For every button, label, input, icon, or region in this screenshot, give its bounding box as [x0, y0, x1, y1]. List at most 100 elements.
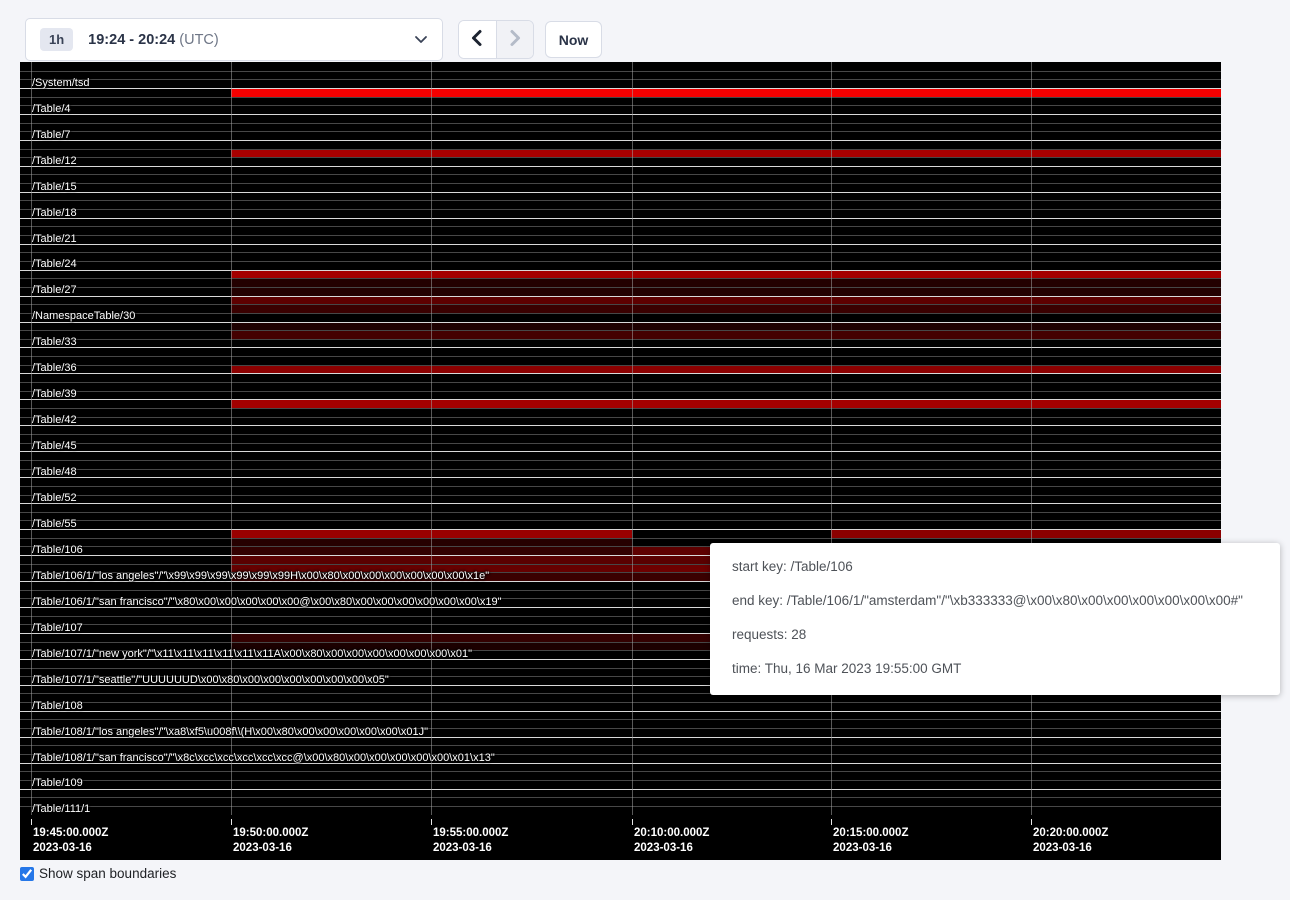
heatmap-band[interactable]	[831, 530, 1221, 538]
heatmap-row-label: /System/tsd	[32, 78, 89, 89]
heatmap-row[interactable]	[20, 486, 1221, 495]
now-button[interactable]: Now	[545, 21, 602, 58]
heatmap-row[interactable]	[20, 771, 1221, 780]
time-axis: 19:45:00.000Z2023-03-1619:50:00.000Z2023…	[20, 819, 1221, 860]
heatmap-band[interactable]	[632, 547, 710, 555]
heatmap-band[interactable]	[231, 400, 1221, 408]
heatmap-row[interactable]	[20, 252, 1221, 261]
heatmap-row[interactable]	[20, 226, 1221, 235]
heatmap-gridline	[632, 62, 633, 815]
heatmap-row[interactable]	[20, 434, 1221, 443]
heatmap-row[interactable]	[20, 789, 1221, 798]
heatmap-gridline	[1031, 62, 1032, 815]
heatmap-row[interactable]	[20, 192, 1221, 201]
heatmap-row[interactable]	[20, 123, 1221, 132]
heatmap-row[interactable]	[20, 417, 1221, 426]
heatmap-band[interactable]	[231, 297, 1221, 305]
heatmap-row[interactable]	[20, 702, 1221, 711]
heatmap-row[interactable]	[20, 512, 1221, 521]
heatmap-row[interactable]	[20, 711, 1221, 720]
heatmap-band[interactable]	[231, 279, 1221, 287]
show-span-boundaries-checkbox[interactable]	[20, 867, 34, 881]
heatmap-row-label: /Table/21	[32, 234, 77, 245]
heatmap-row-label: /Table/15	[32, 182, 77, 193]
heatmap-row[interactable]	[20, 244, 1221, 253]
axis-tickmark	[431, 819, 432, 825]
heatmap-row-label: /Table/18	[32, 208, 77, 219]
axis-tickmark	[632, 819, 633, 825]
heatmap-row[interactable]	[20, 382, 1221, 391]
heatmap-band[interactable]	[231, 366, 1221, 374]
heatmap-row[interactable]	[20, 97, 1221, 106]
next-range-button[interactable]	[497, 21, 534, 58]
axis-tickmark	[831, 819, 832, 825]
heatmap-gridline	[431, 62, 432, 815]
tooltip-start-key: start key: /Table/106	[732, 550, 1270, 584]
heatmap-row[interactable]	[20, 503, 1221, 512]
heatmap-row-label: /Table/45	[32, 441, 77, 452]
time-range-selector[interactable]: 1h 19:24 - 20:24 (UTC)	[25, 18, 443, 61]
heatmap-row[interactable]	[20, 460, 1221, 469]
heatmap-row[interactable]	[20, 469, 1221, 478]
heatmap-row-label: /Table/106	[32, 545, 83, 556]
heatmap-row[interactable]	[20, 79, 1221, 88]
heatmap-row[interactable]	[20, 797, 1221, 806]
heatmap-row[interactable]	[20, 356, 1221, 365]
heatmap-row[interactable]	[20, 495, 1221, 504]
heatmap-band[interactable]	[231, 331, 1221, 339]
heatmap-row[interactable]	[20, 183, 1221, 192]
show-span-boundaries-control[interactable]: Show span boundaries	[20, 866, 176, 881]
heatmap-rows	[20, 62, 1221, 815]
heatmap-row[interactable]	[20, 62, 1221, 71]
heatmap-row[interactable]	[20, 373, 1221, 382]
heatmap-row[interactable]	[20, 131, 1221, 140]
heatmap-row[interactable]	[20, 218, 1221, 227]
heatmap-row[interactable]	[20, 200, 1221, 209]
key-visualizer-heatmap[interactable]: /System/tsd/Table/4/Table/7/Table/12/Tab…	[20, 62, 1221, 860]
axis-tick-label: 19:55:00.000Z2023-03-16	[433, 826, 508, 855]
heatmap-band[interactable]	[231, 288, 1221, 296]
heatmap-row[interactable]	[20, 140, 1221, 149]
heatmap-row[interactable]	[20, 313, 1221, 322]
heatmap-row[interactable]	[20, 209, 1221, 218]
heatmap-row[interactable]	[20, 339, 1221, 348]
heatmap-row[interactable]	[20, 347, 1221, 356]
heatmap-band[interactable]	[231, 150, 1221, 158]
timezone-label: (UTC)	[179, 32, 218, 48]
heatmap-row-label: /Table/39	[32, 389, 77, 400]
heatmap-row[interactable]	[20, 477, 1221, 486]
heatmap-row[interactable]	[20, 391, 1221, 400]
heatmap-row[interactable]	[20, 261, 1221, 270]
heatmap-row[interactable]	[20, 157, 1221, 166]
heatmap-row[interactable]	[20, 105, 1221, 114]
heatmap-row-label: /Table/4	[32, 104, 71, 115]
prev-range-button[interactable]	[459, 21, 497, 58]
heatmap-row[interactable]	[20, 235, 1221, 244]
heatmap-band[interactable]	[231, 89, 1221, 97]
heatmap-row[interactable]	[20, 71, 1221, 80]
heatmap-band[interactable]	[632, 565, 710, 573]
heatmap-row[interactable]	[20, 114, 1221, 123]
heatmap-row-label: /Table/108/1/"los angeles"/"\xa8\xf5\u00…	[32, 727, 428, 738]
heatmap-band[interactable]	[231, 634, 710, 642]
heatmap-band[interactable]	[231, 271, 1221, 279]
heatmap-row[interactable]	[20, 806, 1221, 815]
heatmap-row-label: /Table/27	[32, 285, 77, 296]
heatmap-row[interactable]	[20, 425, 1221, 434]
time-window-badge: 1h	[40, 28, 73, 51]
heatmap-row[interactable]	[20, 408, 1221, 417]
heatmap-band[interactable]	[231, 305, 1221, 313]
heatmap-row-label: /Table/107	[32, 623, 83, 634]
heatmap-row[interactable]	[20, 443, 1221, 452]
heatmap-row[interactable]	[20, 780, 1221, 789]
heatmap-row[interactable]	[20, 166, 1221, 175]
heatmap-row[interactable]	[20, 451, 1221, 460]
heatmap-band[interactable]	[231, 556, 710, 564]
heatmap-row-label: /NamespaceTable/30	[32, 311, 135, 322]
heatmap-band[interactable]	[231, 323, 1221, 331]
heatmap-row[interactable]	[20, 520, 1221, 529]
tooltip-time: time: Thu, 16 Mar 2023 19:55:00 GMT	[732, 652, 1270, 686]
axis-tickmark	[1031, 819, 1032, 825]
heatmap-row[interactable]	[20, 174, 1221, 183]
heatmap-row-label: /Table/106/1/"los angeles"/"\x99\x99\x99…	[32, 571, 489, 582]
